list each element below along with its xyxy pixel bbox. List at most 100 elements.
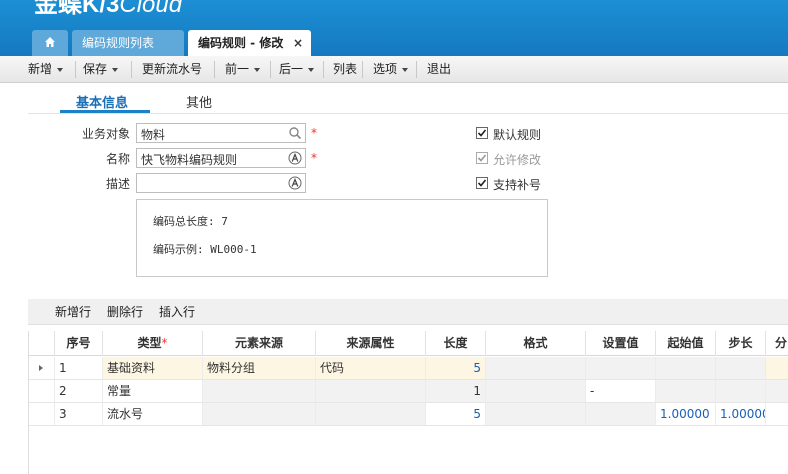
row-indicator	[29, 357, 55, 379]
table-row[interactable]: 1 基础资料 物料分组 代码 5	[29, 357, 788, 380]
save-button[interactable]: 保存	[83, 56, 119, 83]
chevron-down-icon[interactable]	[308, 67, 315, 72]
tab-code-rule-list-label: 编码规则列表	[82, 36, 155, 50]
checkmark-icon	[477, 154, 487, 162]
tab-code-rule-edit[interactable]: 编码规则 - 修改 ×	[188, 30, 311, 56]
cell-format[interactable]	[486, 403, 586, 425]
cell-type[interactable]: 流水号	[103, 403, 203, 425]
brand-logo: 金蝶K/3Cloud	[34, 0, 182, 20]
new-button[interactable]: 新增	[28, 56, 64, 83]
header-format: 格式	[486, 331, 586, 356]
current-row-icon	[39, 365, 43, 371]
cell-start-value[interactable]	[656, 357, 716, 379]
tab-divider	[28, 113, 788, 114]
list-button-label: 列表	[333, 62, 358, 76]
table-row[interactable]: 3 流水号 5 1.00000 1.00000	[29, 403, 788, 426]
default-rule-label: 默认规则	[493, 128, 542, 142]
business-object-value: 物料	[141, 128, 166, 142]
cell-element-source[interactable]	[203, 380, 316, 402]
next-button[interactable]: 后一	[279, 56, 315, 83]
header-set-value: 设置值	[586, 331, 656, 356]
toolbar-divider	[270, 61, 271, 78]
chevron-down-icon[interactable]	[254, 67, 261, 72]
business-object-field[interactable]: 物料	[136, 123, 306, 143]
brand-suffix: Cloud	[119, 0, 183, 18]
multilanguage-icon[interactable]	[288, 151, 302, 165]
cell-set-value[interactable]	[586, 403, 656, 425]
cell-format[interactable]	[486, 357, 586, 379]
grid-toolbar: 新增行 删除行 插入行	[28, 299, 788, 325]
row-indicator	[29, 403, 55, 425]
table-row[interactable]: 2 常量 1 -	[29, 380, 788, 403]
header-type: 类型*	[103, 331, 203, 356]
header-seq: 序号	[55, 331, 103, 356]
cell-step[interactable]: 1.00000	[716, 403, 766, 425]
header-step: 步长	[716, 331, 766, 356]
cell-start-value[interactable]: 1.00000	[656, 403, 716, 425]
chevron-down-icon[interactable]	[402, 67, 409, 72]
app-header: 金蝶K/3Cloud 编码规则列表 编码规则 - 修改 ×	[0, 0, 788, 56]
name-field[interactable]: 快飞物料编码规则	[136, 148, 306, 168]
options-button[interactable]: 选项	[373, 56, 409, 83]
header-marker	[29, 331, 55, 356]
cell-format[interactable]	[486, 380, 586, 402]
header-sep: 分	[774, 336, 787, 350]
code-example: 编码示例: WL000-1	[153, 243, 257, 256]
default-rule-checkbox[interactable]	[476, 127, 488, 139]
tab-home[interactable]	[32, 30, 68, 56]
description-field[interactable]	[136, 173, 306, 193]
support-fill-checkbox[interactable]	[476, 177, 488, 189]
update-serial-button[interactable]: 更新流水号	[142, 56, 202, 83]
cell-length[interactable]: 5	[426, 403, 486, 425]
cell-step[interactable]	[716, 380, 766, 402]
cell-set-value[interactable]: -	[586, 380, 656, 402]
support-fill-label: 支持补号	[493, 178, 542, 192]
row-indicator	[29, 380, 55, 402]
cell-sep[interactable]	[766, 357, 788, 379]
business-object-label: 业务对象	[81, 127, 130, 141]
tab-basic-info[interactable]: 基本信息	[76, 92, 128, 111]
tab-other[interactable]: 其他	[186, 92, 212, 111]
exit-button[interactable]: 退出	[427, 56, 451, 83]
cell-sep[interactable]	[766, 380, 788, 402]
chevron-down-icon[interactable]	[112, 67, 119, 72]
toolbar-divider	[362, 61, 363, 78]
cell-step[interactable]	[716, 357, 766, 379]
required-marker: *	[311, 126, 317, 140]
multilanguage-icon[interactable]	[288, 176, 302, 190]
cell-element-source[interactable]: 物料分组	[203, 357, 316, 379]
list-button[interactable]: 列表	[333, 56, 357, 83]
search-icon[interactable]	[288, 126, 302, 140]
header-source-attr: 来源属性	[316, 331, 426, 356]
cell-source-attr[interactable]	[316, 403, 426, 425]
toolbar-divider	[75, 61, 76, 78]
prev-button[interactable]: 前一	[225, 56, 261, 83]
save-button-label: 保存	[83, 62, 108, 76]
cell-element-source[interactable]	[203, 403, 316, 425]
cell-type[interactable]: 基础资料	[103, 357, 203, 379]
update-serial-button-label: 更新流水号	[142, 62, 203, 76]
cell-source-attr[interactable]: 代码	[316, 357, 426, 379]
cell-type[interactable]: 常量	[103, 380, 203, 402]
table-header: 序号 类型* 元素来源 来源属性 长度 格式 设置值 起始值 步长 分	[29, 331, 788, 356]
cell-length[interactable]: 5	[426, 357, 486, 379]
tab-code-rule-list[interactable]: 编码规则列表	[72, 30, 184, 56]
toolbar-divider	[323, 61, 324, 78]
close-icon[interactable]: ×	[293, 30, 303, 56]
add-row-button[interactable]: 新增行	[55, 299, 91, 325]
cell-start-value[interactable]	[656, 380, 716, 402]
cell-source-attr[interactable]	[316, 380, 426, 402]
allow-modify-checkbox[interactable]	[476, 152, 488, 164]
cell-set-value[interactable]	[586, 357, 656, 379]
cell-seq: 2	[55, 380, 103, 402]
name-value: 快飞物料编码规则	[141, 153, 238, 167]
insert-row-button[interactable]: 插入行	[159, 299, 195, 325]
chevron-down-icon[interactable]	[57, 67, 64, 72]
description-label: 描述	[105, 177, 130, 191]
cell-sep[interactable]	[766, 403, 788, 425]
cell-seq: 1	[55, 357, 103, 379]
next-button-label: 后一	[279, 62, 304, 76]
name-label: 名称	[105, 152, 130, 166]
delete-row-button[interactable]: 删除行	[107, 299, 143, 325]
cell-length[interactable]: 1	[426, 380, 486, 402]
